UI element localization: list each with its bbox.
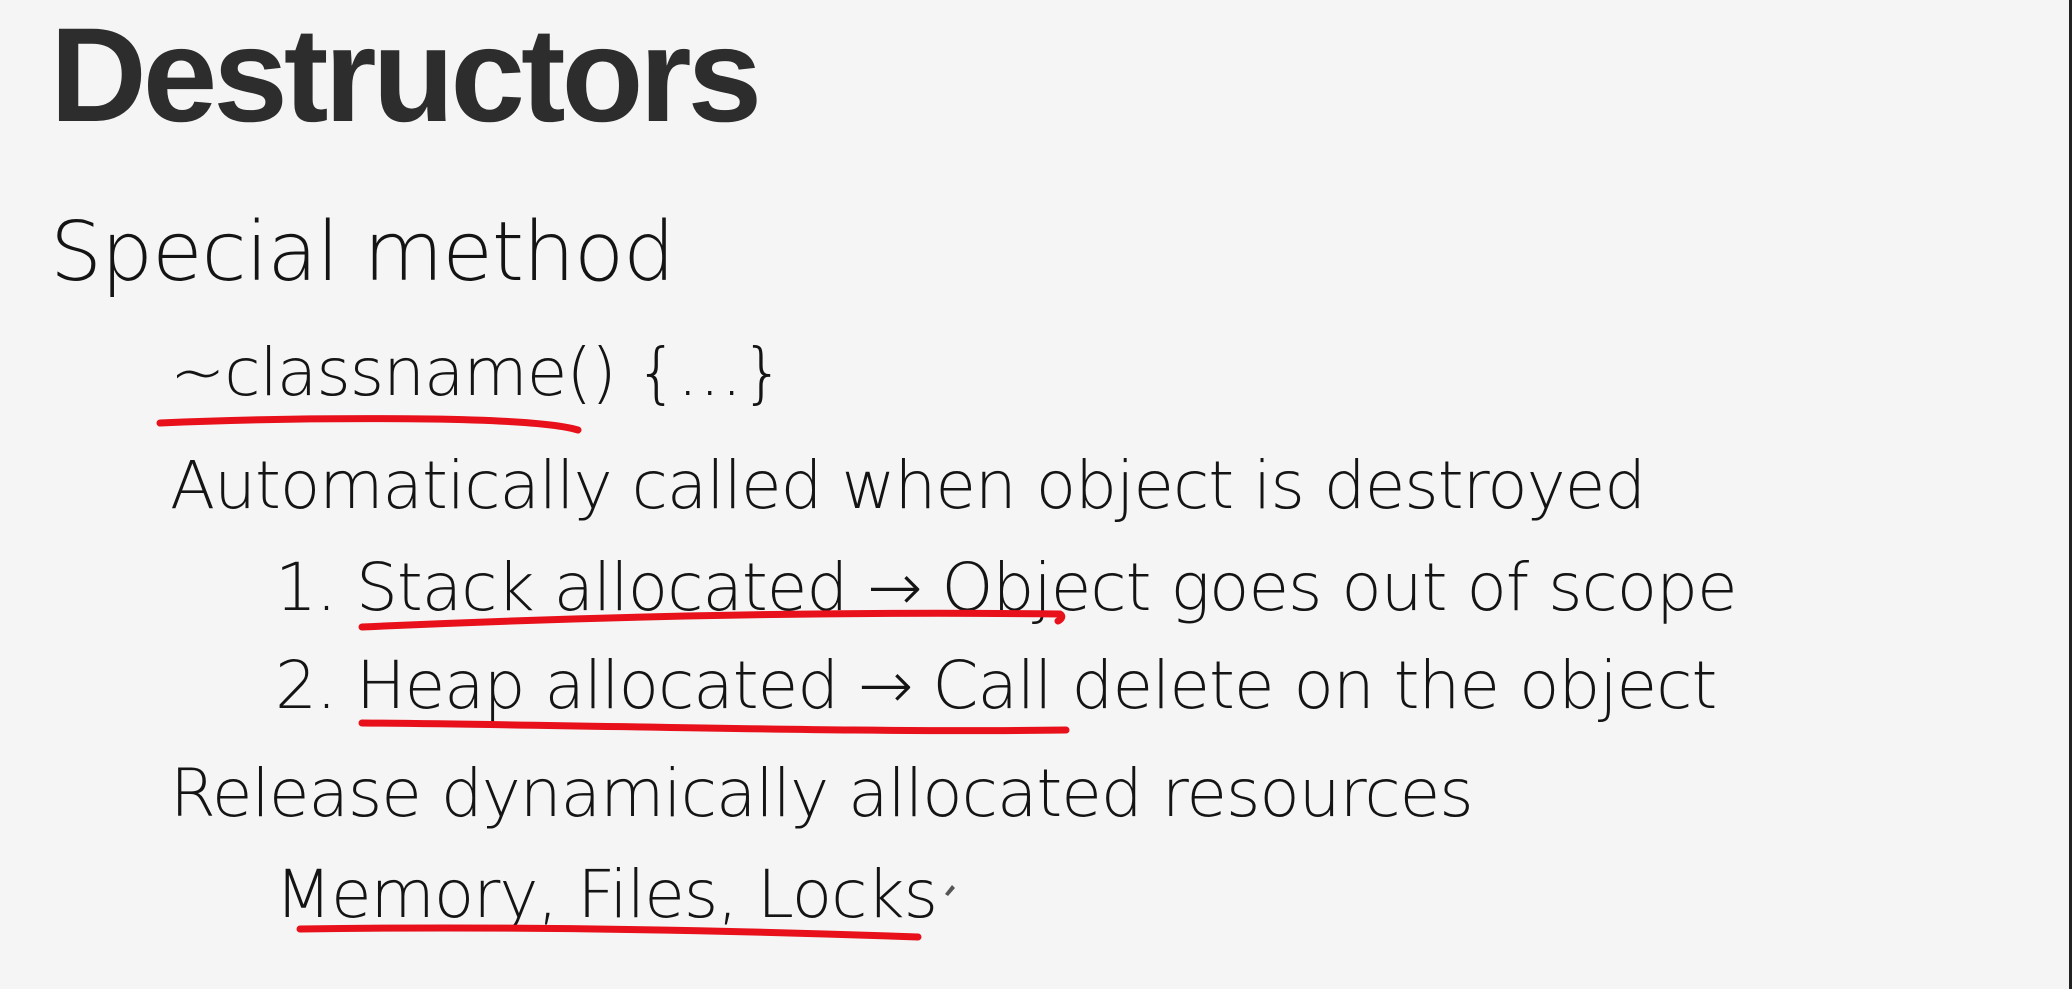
slide-title: Destructors — [50, 1, 762, 150]
bullet-destructor-syntax: ~classname() {…} — [170, 334, 784, 411]
bullet-heap-allocated: 2. Heap allocated → Call delete on the o… — [275, 647, 1717, 724]
underline-classname — [156, 415, 582, 434]
bullet-special-method: Special method — [50, 205, 675, 300]
cursor-icon — [945, 885, 955, 896]
bullet-resource-examples: Memory, Files, Locks — [275, 856, 938, 933]
bullet-stack-allocated: 1. Stack allocated → Object goes out of … — [275, 549, 1738, 626]
bullet-automatically-called: Automatically called when object is dest… — [170, 447, 1646, 524]
slide: Destructors Special method ~classname() … — [0, 0, 2072, 989]
bullet-release-resources: Release dynamically allocated resources — [170, 755, 1474, 832]
